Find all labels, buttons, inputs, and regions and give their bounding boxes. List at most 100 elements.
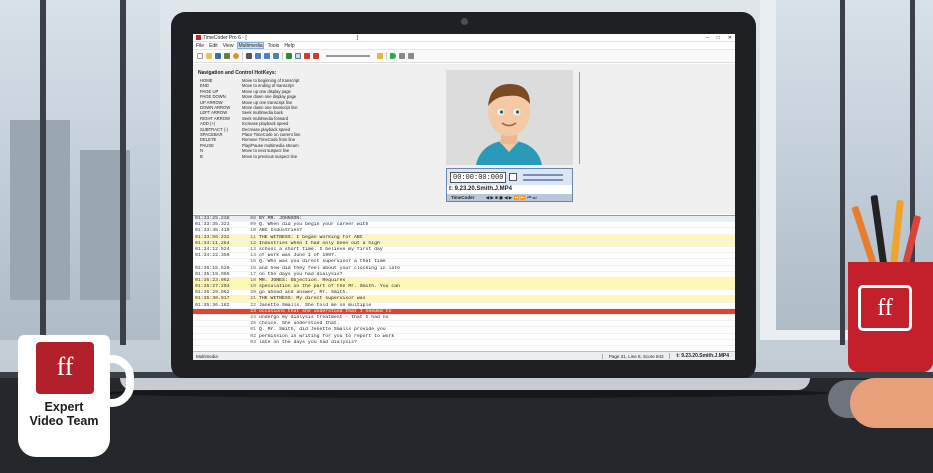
transcript-text-cell: permission in writing for you to report … [259, 333, 395, 339]
transcript-text-cell: of work was June 1 of 1997. [259, 253, 337, 259]
line-number-cell: 25 [250, 321, 256, 327]
line-number-cell: 17 [250, 271, 256, 277]
line-number-cell: 20 [250, 290, 256, 296]
timecode-cell [193, 327, 245, 332]
line-number-cell: 11 [250, 234, 256, 240]
minimize-button[interactable]: – [706, 35, 709, 41]
window-title: TimeCoder Pro 6 - [ [203, 34, 247, 41]
transcript-text-cell: Industries when I had only been out a hi… [259, 240, 380, 246]
check-icon[interactable] [286, 53, 292, 59]
screen-icon[interactable] [509, 173, 517, 181]
window-mullion [840, 0, 845, 345]
title-bar: TimeCoder Pro 6 - [ ] – □ ✕ [193, 34, 735, 42]
find-icon[interactable] [246, 53, 252, 59]
timecode-cell: 01:34:12.524 [195, 246, 230, 252]
menu-bar: File Edit View Multimedia Tools Help [193, 42, 735, 50]
transcript-text-cell: BY MR. JOHNSON: [259, 216, 303, 221]
new-icon[interactable] [197, 53, 203, 59]
timecode-cell [193, 309, 245, 314]
webcam-icon [461, 18, 468, 25]
stop-icon[interactable] [408, 53, 414, 59]
media-filename: t: 9.23.20.Smith.J.MP4 [447, 185, 572, 194]
hotkeys-list: HOME Move to beginning of transcript END Mo… [198, 78, 308, 159]
hand [850, 378, 933, 428]
timecode-cell: 01:35:15.520 [195, 265, 230, 271]
player-label: TimeCoder [451, 195, 475, 200]
timecode-cell: 01:34:11.284 [195, 240, 230, 246]
link-icon[interactable] [273, 53, 279, 59]
hotkey-description: Move to previous suspect line [242, 153, 298, 159]
menu-multimedia[interactable]: Multimedia [237, 42, 264, 49]
transcript-text-cell: Q. Mr. Smith, did Jenette Smalls provide… [259, 327, 386, 333]
transcript-text-cell: go ahead and answer, Mr. Smith. [259, 290, 349, 296]
transcript-text-cell: on the days you had dialysis? [259, 271, 343, 277]
hotkey-row: B Move to previous suspect line [198, 154, 308, 159]
timecode-cell: 01:35:29.962 [195, 290, 230, 296]
open-icon[interactable] [206, 53, 212, 59]
timecode-cell: 01:33:56.232 [195, 234, 230, 240]
status-bar: Multimedia Page 31, Line 8, Score 843 t:… [193, 351, 735, 360]
timecode-cell [193, 334, 245, 339]
status-filename: t: 9.23.20.Smith.J.MP4 [669, 353, 735, 359]
line-number-cell: 16 [250, 265, 256, 271]
menu-view[interactable]: View [223, 43, 234, 49]
transcript-text-cell: ABC Industries? [259, 228, 303, 234]
transcript-text-cell: late on the days you had dialysis? [259, 339, 357, 345]
line-number-cell: 21 [250, 296, 256, 302]
menu-tools[interactable]: Tools [268, 43, 280, 49]
toolbar [193, 50, 735, 63]
toolbar-separator [282, 52, 283, 60]
volume-slider[interactable] [579, 72, 586, 164]
transcript-row[interactable]: 03 late on the days you had dialysis? [193, 340, 735, 346]
window-mullion [40, 0, 46, 345]
link-icon[interactable] [255, 53, 261, 59]
maximize-button[interactable]: □ [717, 35, 720, 41]
app-logo-icon [196, 35, 201, 40]
transcript-text-cell: speculation on the part of the Mr. Smith… [259, 284, 401, 290]
volume-icon[interactable] [377, 53, 383, 59]
line-number-cell: 12 [250, 240, 256, 246]
toolbar-separator [242, 52, 243, 60]
line-number-cell: 24 [250, 315, 256, 320]
save-icon[interactable] [215, 53, 221, 59]
line-number-cell: 16 [250, 259, 256, 265]
speed-slider[interactable] [326, 55, 370, 57]
transcript-text-cell: occasions that she understood that I nee… [259, 308, 392, 314]
transcript-text-cell: THE WITNESS: My direct supervisor was [259, 296, 366, 302]
hotkeys-title: Navigation and Control HotKeys: [198, 70, 277, 76]
brand-logo: ff [858, 285, 912, 331]
pause-icon[interactable] [399, 53, 405, 59]
menu-file[interactable]: File [196, 43, 204, 49]
refresh-icon[interactable] [233, 53, 239, 59]
line-number-cell: 09 [250, 222, 256, 228]
window-title-suffix: ] [356, 34, 359, 41]
line-number-cell: 08 [250, 216, 256, 221]
transcript-grid[interactable]: 01:33:25.238 08 BY MR. JOHNSON: 01:33:35.32… [193, 215, 735, 351]
hotkeys-panel: Navigation and Control HotKeys: HOME Move… [198, 70, 308, 159]
app-window: TimeCoder Pro 6 - [ ] – □ ✕ File Edit Vi… [193, 34, 735, 360]
up-arrow-icon[interactable] [304, 53, 310, 59]
video-preview[interactable] [446, 70, 573, 165]
down-arrow-icon[interactable] [313, 53, 319, 59]
line-number-cell: 02 [250, 333, 256, 339]
print-icon[interactable] [224, 53, 230, 59]
timecode-cell [193, 340, 245, 345]
line-number-cell: 18 [250, 277, 256, 283]
menu-edit[interactable]: Edit [209, 43, 218, 49]
status-mode: Multimedia [196, 353, 218, 359]
line-number-cell: 03 [250, 339, 256, 345]
mug-line-1: Expert [44, 400, 84, 414]
link-icon[interactable] [264, 53, 270, 59]
transcript-text-cell: choice. She understood that. [259, 321, 340, 327]
timecode-cell: 01:34:22.350 [195, 253, 230, 259]
window-mullion [120, 0, 126, 345]
line-number-cell: 22 [250, 302, 256, 308]
tc-icon[interactable] [295, 53, 301, 59]
witness-avatar [446, 70, 573, 165]
menu-help[interactable]: Help [284, 43, 294, 49]
play-icon[interactable] [390, 53, 396, 59]
close-button[interactable]: ✕ [728, 35, 732, 41]
transcript-text-cell: MR. JONES: Objection. Requires [259, 277, 346, 283]
player-controls: TimeCoder ◀ ▶ ■ ◼ ◀ ▶ ⏪ ⏩ ⏮ ⏭ [447, 194, 572, 201]
transport-buttons[interactable]: ◀ ▶ ■ ◼ ◀ ▶ ⏪ ⏩ ⏮ ⏭ [486, 195, 537, 200]
